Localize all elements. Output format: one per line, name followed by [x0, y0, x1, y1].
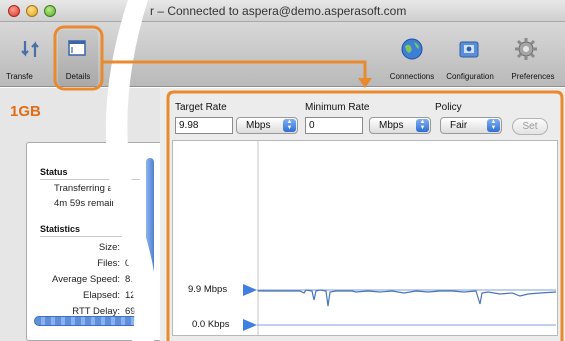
configuration-label: Configuration: [446, 72, 494, 81]
transfer-progress-bar: [34, 316, 154, 326]
policy-label: Policy: [435, 102, 462, 113]
close-window-button[interactable]: [8, 5, 20, 17]
select-arrows-icon: ▲ ▼: [283, 119, 296, 132]
policy-value: Fair: [450, 120, 468, 131]
minimize-window-button[interactable]: [26, 5, 38, 17]
window-title: r – Connected to aspera@demo.asperasoft.…: [150, 4, 407, 18]
preferences-label: Preferences: [511, 72, 555, 81]
transfers-icon: [21, 41, 39, 57]
details-label: Details: [65, 72, 91, 81]
configuration-icon: [459, 41, 479, 58]
target-unit-value: Mbps: [246, 120, 271, 131]
transfers-label: Transfe: [6, 72, 33, 81]
policy-select[interactable]: Fair ▲ ▼: [440, 117, 502, 134]
stat-key: Files:: [97, 258, 120, 269]
target-rate-marker-label: 9.9 Mbps: [188, 284, 228, 295]
connections-label: Connections: [389, 72, 435, 81]
statistics-heading: Statistics: [40, 224, 81, 234]
status-panel-scrollbar[interactable]: [146, 158, 154, 298]
stat-key: Size:: [98, 242, 120, 253]
rate-graph: [172, 140, 558, 336]
target-unit-select[interactable]: Mbps ▲ ▼: [236, 117, 298, 134]
select-arrows-icon: ▲ ▼: [487, 119, 500, 132]
stat-key: Average Speed:: [52, 274, 120, 285]
minimum-rate-input[interactable]: 0: [305, 117, 363, 134]
target-rate-label: Target Rate: [175, 102, 227, 113]
status-line-1: Transferring a: [54, 183, 113, 194]
connections-globe-icon: [401, 38, 423, 60]
stat-value: 12n: [125, 290, 141, 301]
title-bar: r – Connected to aspera@demo.asperasoft.…: [0, 0, 565, 22]
set-button[interactable]: Set: [512, 118, 548, 135]
stat-value: 8.4: [125, 274, 139, 285]
statistics-divider: [40, 236, 140, 237]
details-icon: [68, 40, 86, 56]
stat-value: 0 /: [125, 258, 136, 269]
preferences-gear-icon: [515, 38, 537, 60]
status-divider: [40, 179, 140, 180]
minimum-unit-select[interactable]: Mbps ▲ ▼: [369, 117, 431, 134]
zoom-window-button[interactable]: [44, 5, 56, 17]
status-line-2: 4m 59s remaini: [54, 198, 119, 209]
transfer-size-heading: 1GB: [10, 103, 41, 120]
stat-key: Elapsed:: [83, 290, 120, 301]
minimum-rate-label: Minimum Rate: [305, 102, 370, 113]
status-heading: Status: [40, 167, 68, 177]
minimum-unit-value: Mbps: [379, 120, 404, 131]
minimum-rate-marker-label: 0.0 Kbps: [192, 319, 230, 330]
stat-value: 73: [125, 242, 136, 253]
select-arrows-icon: ▲ ▼: [416, 119, 429, 132]
target-rate-input[interactable]: 9.98: [175, 117, 233, 134]
